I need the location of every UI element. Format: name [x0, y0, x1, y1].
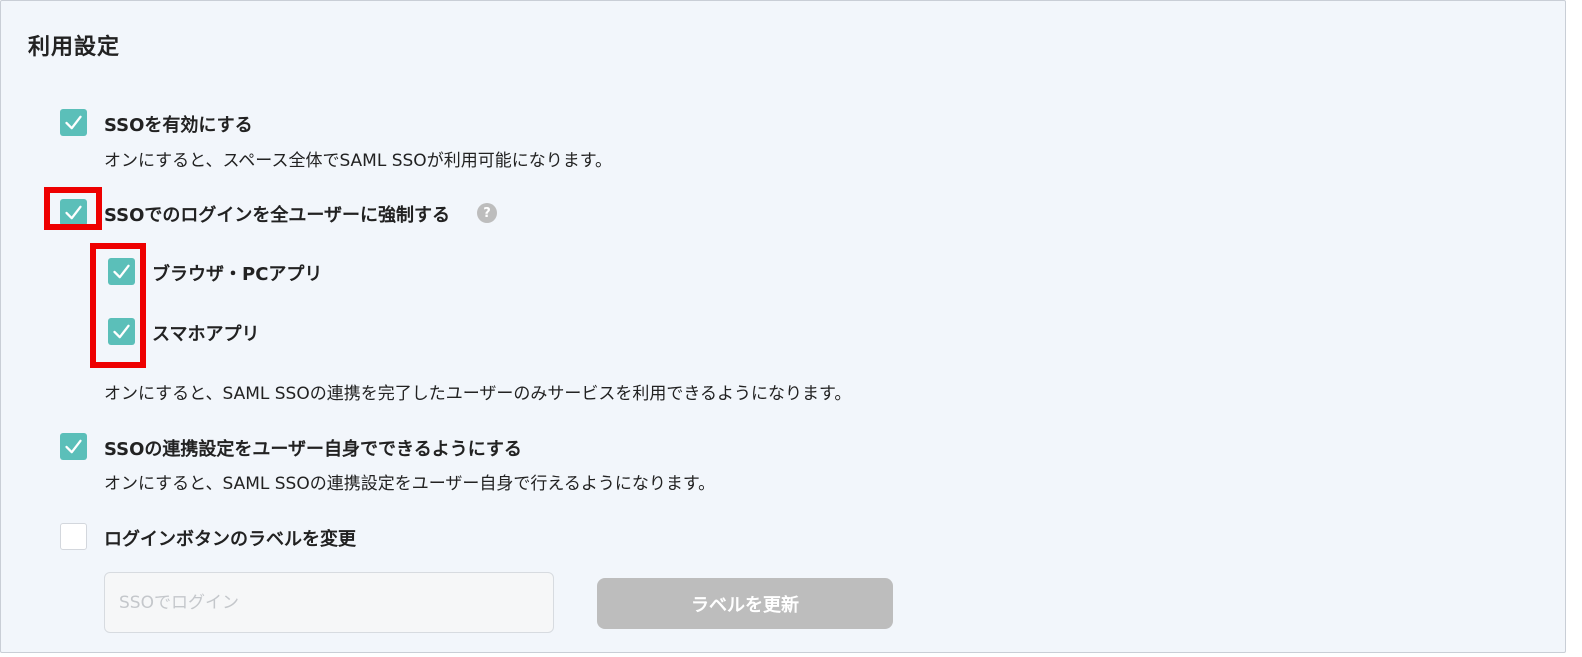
checkmark-icon	[65, 115, 82, 130]
force-sso-description: オンにすると、SAML SSOの連携を完了したユーザーのみサービスを利用できるよ…	[104, 384, 852, 404]
login-label-input[interactable]	[104, 572, 554, 633]
self-link-description: オンにすると、SAML SSOの連携設定をユーザー自身で行えるようになります。	[104, 474, 716, 494]
self-link-checkbox[interactable]	[60, 433, 87, 460]
login-label-label: ログインボタンのラベルを変更	[104, 529, 356, 550]
section-title: 利用設定	[28, 35, 121, 60]
browser-pc-app-label: ブラウザ・PCアプリ	[152, 264, 323, 285]
smartphone-app-label: スマホアプリ	[152, 324, 260, 345]
update-label-button[interactable]: ラベルを更新	[597, 578, 893, 629]
usage-settings-panel: 利用設定 SSOを有効にする オンにすると、スペース全体でSAML SSOが利用…	[0, 0, 1566, 653]
self-link-label: SSOの連携設定をユーザー自身でできるようにする	[104, 439, 522, 460]
enable-sso-description: オンにすると、スペース全体でSAML SSOが利用可能になります。	[104, 151, 612, 171]
login-label-checkbox[interactable]	[60, 523, 87, 550]
highlight-box-sub-options	[90, 243, 146, 368]
highlight-box-force-sso	[44, 187, 102, 230]
enable-sso-checkbox[interactable]	[60, 109, 87, 136]
force-sso-label: SSOでのログインを全ユーザーに強制する	[104, 205, 451, 226]
help-icon[interactable]: ?	[477, 203, 497, 223]
enable-sso-label: SSOを有効にする	[104, 115, 253, 136]
checkmark-icon	[65, 439, 82, 454]
